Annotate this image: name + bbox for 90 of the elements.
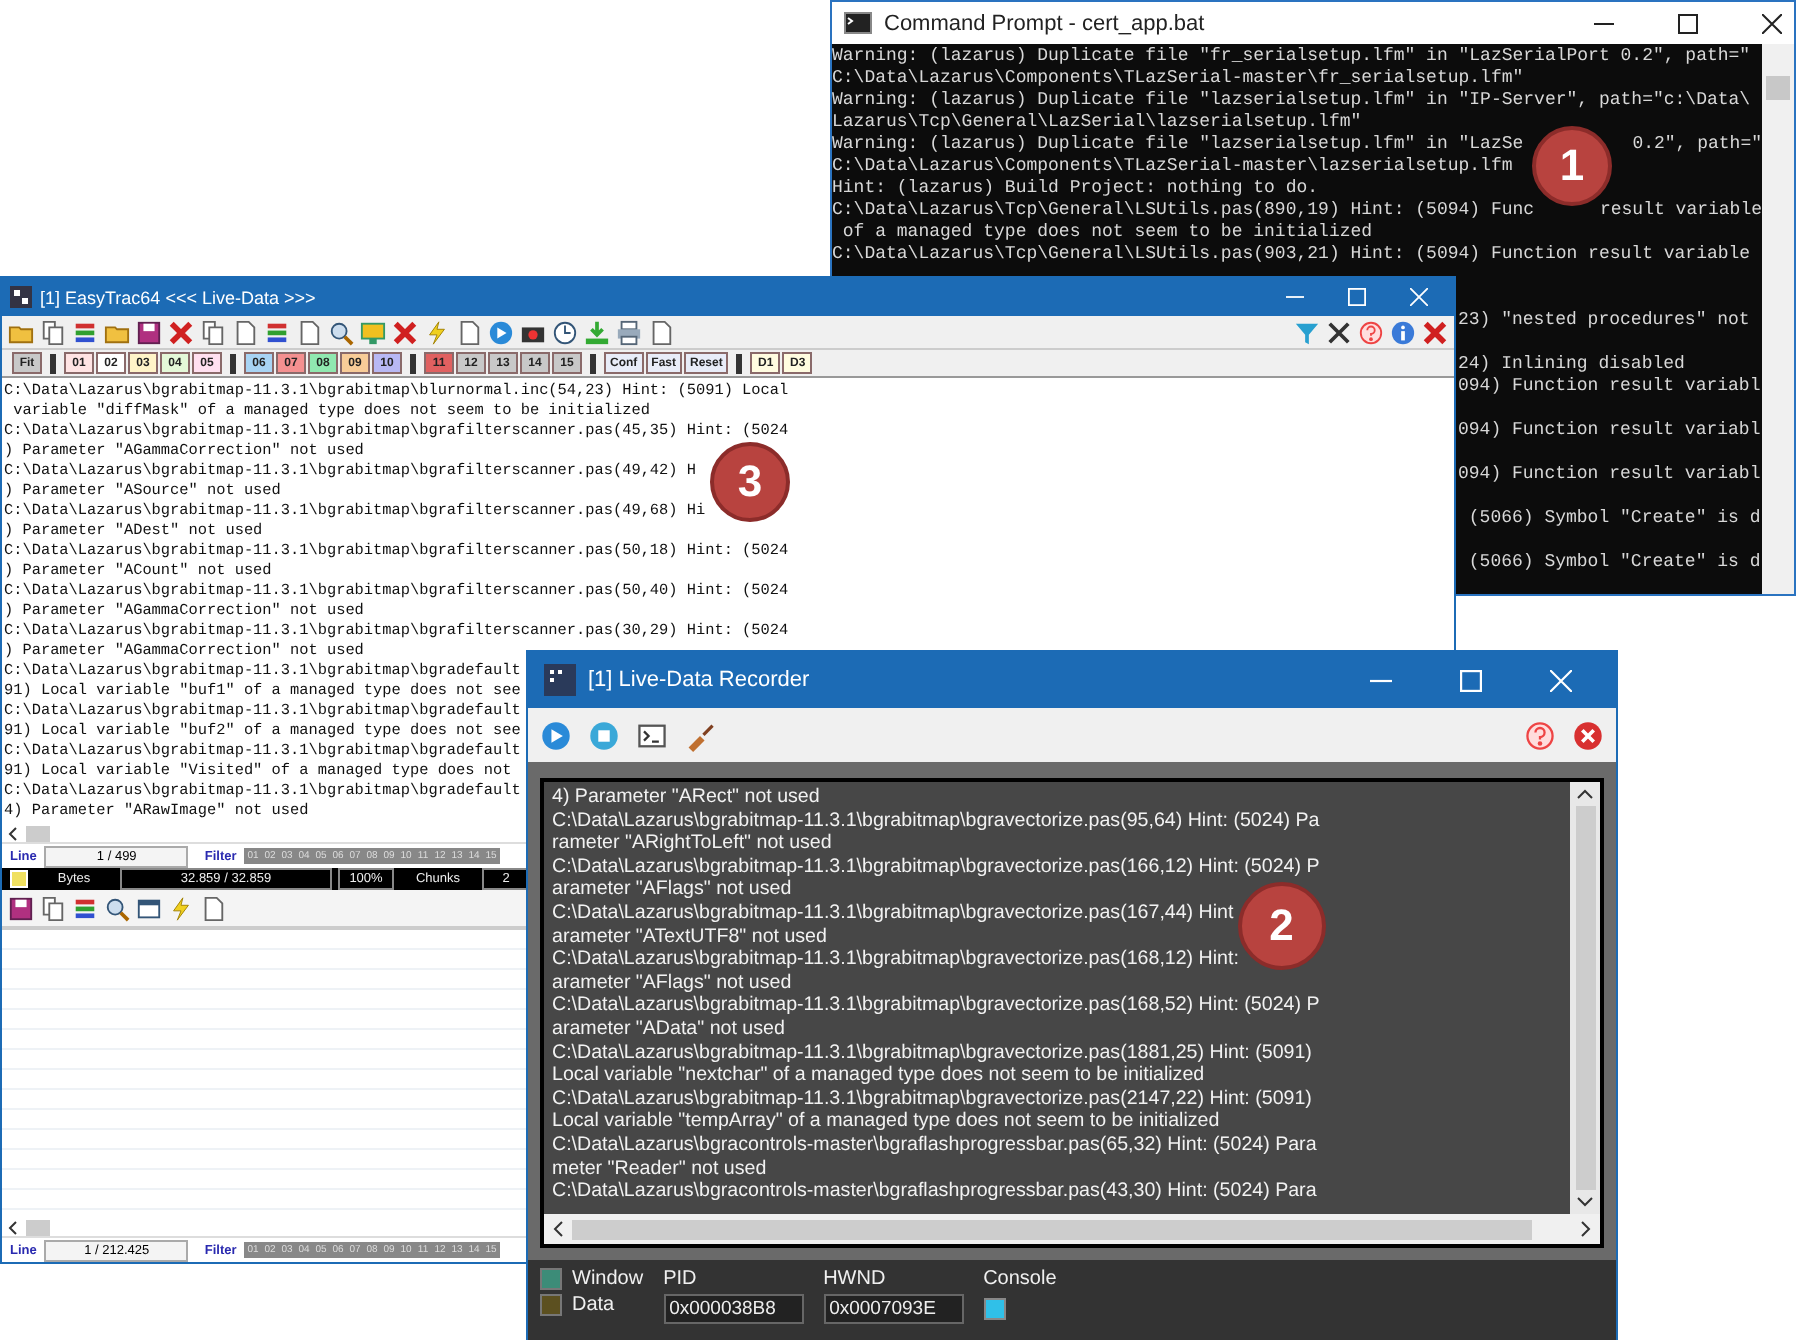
log-line: meter "Reader" not used	[552, 1157, 767, 1181]
console-line: C:\Data\Lazarus\Tcp\General\LSUtils.pas(903,21) Hint: (5094) Function result variable	[832, 244, 1751, 266]
console-line: 0.2", path="	[1632, 134, 1762, 156]
copy-icon[interactable]	[40, 319, 66, 345]
log-line: rameter "ARightToLeft" not used	[552, 832, 832, 856]
log-line: C:\Data\Lazarus\bgracontrols-master\bgraflashprogressbar.pas(65,32) Hint: (5024) Para	[552, 1133, 1317, 1157]
list-icon[interactable]	[264, 319, 290, 345]
console-line: result variable	[1599, 200, 1762, 222]
log-line: C:\Data\Lazarus\bgrabitmap-11.3.1\bgrabitmap\bgravectorize.pas(2147,22) Hint: (5091)	[552, 1087, 1312, 1111]
tools-icon[interactable]	[1326, 319, 1352, 345]
console-line: 094) Function result variabl	[1458, 420, 1761, 442]
play-icon[interactable]	[540, 719, 572, 751]
log-line: arameter "AFlags" not used	[552, 878, 792, 902]
scroll-left-icon[interactable]	[6, 825, 22, 841]
scroll-left-icon[interactable]	[552, 1220, 564, 1238]
scroll-left-icon[interactable]	[6, 1219, 22, 1235]
value-field: 0x0007093E	[823, 1294, 964, 1324]
copy-icon[interactable]	[40, 895, 66, 921]
scrollbar-thumb[interactable]	[26, 1219, 50, 1235]
log-line: arameter "ATextUTF8" not used	[552, 925, 827, 949]
scrollbar[interactable]	[544, 1214, 1600, 1244]
console-line: C:\Data\Lazarus\Tcp\General\LSUtils.pas(890,19) Hint: (5094) Func	[832, 200, 1535, 222]
console-line: of a managed type does not seem to be initialized	[840, 222, 1373, 244]
scroll-up-icon[interactable]	[1576, 788, 1594, 800]
log-line: C:\Data\Lazarus\bgrabitmap-11.3.1\bgrabitmap\bgravectorize.pas(95,64) Hint: (5024) Pa	[552, 809, 1320, 833]
console-line: C:\Data\Lazarus\Components\TLazSerial-master\lazserialsetup.lfm	[832, 156, 1513, 178]
log-line: 4) Parameter "ARect" not used	[552, 786, 820, 810]
scrollbar[interactable]	[1570, 782, 1600, 1214]
info-icon[interactable]	[1390, 319, 1416, 345]
console-line: Warning: (lazarus) Duplicate file "lazserialsetup.lfm" in "IP-Server", path="c:\Data\	[832, 90, 1751, 112]
terminal-icon[interactable]	[636, 719, 668, 751]
scrollbar[interactable]	[1762, 44, 1794, 594]
help-icon[interactable]	[1524, 719, 1556, 751]
log-line: C:\Data\Lazarus\bgrabitmap-11.3.1\bgrabitmap\bgravectorize.pas(167,44) Hint	[552, 901, 1234, 926]
indicator-label: Data	[572, 1294, 615, 1316]
console-line: (5066) Symbol "Create" is d	[1466, 508, 1761, 530]
value-field: 0x000038B8	[663, 1294, 804, 1324]
console-line: 094) Function result variabl	[1458, 464, 1761, 486]
document-icon[interactable]	[200, 895, 226, 921]
list-icon[interactable]	[72, 319, 98, 345]
window-title: [1] Live-Data Recorder	[588, 668, 810, 692]
search-icon[interactable]	[104, 895, 130, 921]
window-title: [1] EasyTrac64 <<< Live-Data >>>	[40, 287, 316, 307]
app-icon	[544, 664, 576, 696]
console-line: Hint: (lazarus) Build Project: nothing to do.	[832, 178, 1319, 200]
stop-icon[interactable]	[588, 719, 620, 751]
console-line: 094) Function result variabl	[1458, 376, 1761, 398]
brush-icon[interactable]	[684, 719, 716, 751]
console-line: C:\Data\Lazarus\Components\TLazSerial-master\fr_serialsetup.lfm"	[832, 68, 1524, 90]
field-label: PID	[663, 1268, 699, 1290]
indicator-label: Window	[572, 1268, 644, 1290]
scrollbar-thumb[interactable]	[26, 825, 50, 841]
search-icon[interactable]	[328, 319, 354, 345]
console-icon	[844, 12, 872, 34]
maximize-icon[interactable]	[1678, 13, 1698, 33]
monitor-icon[interactable]	[360, 319, 386, 345]
log-line: C:\Data\Lazarus\bgrabitmap-11.3.1\bgrabitmap\bgravectorize.pas(1881,25) Hint: (5091)	[552, 1041, 1312, 1065]
delete-icon[interactable]	[1422, 319, 1448, 345]
window-title: Command Prompt - cert_app.bat	[884, 11, 1205, 35]
save-icon[interactable]	[136, 319, 162, 345]
log-line: Local variable "tempArray" of a managed type does not seem to be initialized	[552, 1110, 1220, 1134]
delete-icon[interactable]	[392, 319, 418, 345]
scroll-right-icon[interactable]	[1580, 1220, 1592, 1238]
console-line: (5066) Symbol "Create" is d	[1466, 552, 1761, 574]
log-line: arameter "AFlags" not used	[552, 971, 792, 995]
close-icon[interactable]	[1762, 13, 1782, 33]
app-icon	[10, 286, 32, 308]
list-icon[interactable]	[72, 895, 98, 921]
console-line: Lazarus\Tcp\General\LazSerial\lazserialsetup.lfm"	[832, 112, 1362, 134]
console-line: 23) "nested procedures" not	[1458, 310, 1750, 332]
console-line: 24) Inlining disabled	[1458, 354, 1685, 376]
log-line: C:\Data\Lazarus\bgrabitmap-11.3.1\bgrabitmap\bgravectorize.pas(168,12) Hint:	[552, 948, 1239, 972]
console-line: Warning: (lazarus) Duplicate file "lazserialsetup.lfm" in "LazSe	[832, 134, 1524, 156]
window-icon[interactable]	[136, 895, 162, 921]
field-label: HWND	[823, 1268, 888, 1290]
log-line: C:\Data\Lazarus\bgrabitmap-11.3.1\bgrabitmap\bgravectorize.pas(168,52) Hint: (5024) P	[552, 994, 1320, 1018]
delete-icon[interactable]	[168, 319, 194, 345]
console-line: Warning: (lazarus) Duplicate file "fr_serialsetup.lfm" in "LazSerialPort 0.2", path="	[832, 46, 1751, 68]
scroll-down-icon[interactable]	[1576, 1196, 1594, 1208]
log-line: arameter "AData" not used	[552, 1017, 785, 1042]
console-label: Console	[983, 1268, 1057, 1290]
log-line: C:\Data\Lazarus\bgracontrols-master\bgraflashprogressbar.pas(43,30) Hint: (5024) Para	[552, 1180, 1317, 1204]
copy-icon[interactable]	[200, 319, 226, 345]
play-icon[interactable]	[488, 319, 514, 345]
log-line: Local variable "nextchar" of a managed type does not seem to be initialized	[552, 1064, 1205, 1088]
printer-icon[interactable]	[616, 319, 642, 345]
number-badge: 2	[1237, 881, 1326, 970]
clock-icon[interactable]	[552, 319, 578, 345]
save-icon[interactable]	[8, 895, 34, 921]
log-line: C:\Data\Lazarus\bgrabitmap-11.3.1\bgrabitmap\bgravectorize.pas(166,12) Hint: (5024) P	[552, 855, 1320, 879]
